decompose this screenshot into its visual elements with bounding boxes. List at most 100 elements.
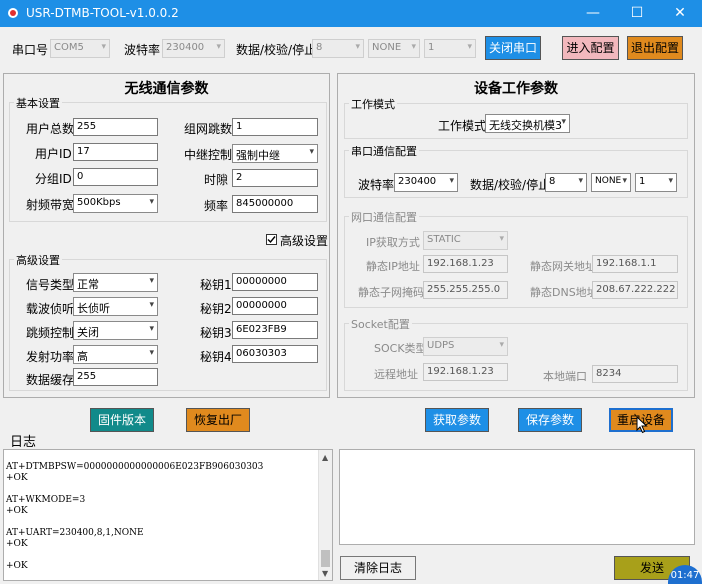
port-select[interactable]: COM5 ▾ xyxy=(50,39,110,58)
chevron-down-icon: ▾ xyxy=(149,276,154,286)
key2-input[interactable]: 00000000 xyxy=(232,297,318,315)
mouse-cursor-icon xyxy=(636,415,648,434)
tx-power-select[interactable]: 高 ▾ xyxy=(73,345,158,364)
remote-address-input[interactable]: 192.168.1.23 xyxy=(423,363,508,381)
sock-type-select[interactable]: UDPS ▾ xyxy=(423,337,508,356)
static-gateway-input[interactable]: 192.168.1.1 xyxy=(592,255,678,273)
group-hops-input[interactable]: 1 xyxy=(232,118,318,136)
carrier-sense-select[interactable]: 长侦听 ▾ xyxy=(73,297,158,316)
chevron-down-icon: ▾ xyxy=(622,176,627,186)
key3-input[interactable]: 6E023FB9 xyxy=(232,321,318,339)
parity-select[interactable]: NONE ▾ xyxy=(368,39,420,58)
data-bits-select[interactable]: 8 ▾ xyxy=(312,39,364,58)
ip-mode-select[interactable]: STATIC ▾ xyxy=(423,231,508,250)
chevron-down-icon: ▾ xyxy=(101,42,106,52)
chevron-down-icon: ▾ xyxy=(216,42,221,52)
ip-mode-label: IP获取方式 xyxy=(366,236,420,249)
enter-config-button[interactable]: 进入配置 xyxy=(562,36,619,60)
advanced-settings-checkbox[interactable] xyxy=(266,234,277,245)
log-line: +OK xyxy=(6,561,28,571)
carrier-sense-label: 载波侦听 xyxy=(26,302,75,316)
log-lines: AT+DTMBPSW=0000000000000006E023FB9060303… xyxy=(6,462,318,572)
static-ip-input[interactable]: 192.168.1.23 xyxy=(423,255,508,273)
slot-input[interactable]: 2 xyxy=(232,169,318,187)
subnet-mask-label: 静态子网掩码 xyxy=(358,286,424,299)
work-mode-select[interactable]: 无线交换机模3 ▾ xyxy=(485,114,570,133)
hopping-control-label: 跳频控制 xyxy=(26,326,75,340)
subnet-mask-input[interactable]: 255.255.255.0 xyxy=(423,281,508,299)
stop-bits-select[interactable]: 1 ▾ xyxy=(424,39,476,58)
window-title: USR-DTMB-TOOL-v1.0.0.2 xyxy=(26,6,179,20)
socket-config-group-label: Socket配置 xyxy=(349,316,412,332)
frequency-input[interactable]: 845000000 xyxy=(232,195,318,213)
group-id-label: 分组ID xyxy=(35,172,72,186)
serial-data-bits-select[interactable]: 8 ▾ xyxy=(545,173,587,192)
advanced-settings-checkbox-label[interactable]: 高级设置 xyxy=(280,232,328,249)
baud-label: 波特率 xyxy=(124,43,161,57)
maximize-button[interactable]: ☐ xyxy=(615,0,659,27)
relay-control-select[interactable]: 强制中继 ▾ xyxy=(232,144,318,163)
signal-type-select[interactable]: 正常 ▾ xyxy=(73,273,158,292)
serial-parity-select[interactable]: NONE ▾ xyxy=(591,173,631,192)
get-params-button[interactable]: 获取参数 xyxy=(425,408,489,432)
minimize-button[interactable]: — xyxy=(571,0,615,27)
log-line: AT+UART=230400,8,1,NONE xyxy=(6,528,144,538)
device-params-title: 设备工作参数 xyxy=(474,81,558,97)
group-hops-label: 组网跳数 xyxy=(184,122,233,136)
chevron-down-icon: ▾ xyxy=(149,324,154,334)
advanced-settings-label: 高级设置 xyxy=(14,252,62,268)
key2-label: 秘钥2 xyxy=(200,302,232,316)
serial-config-group-label: 串口通信配置 xyxy=(349,143,419,159)
data-buffer-input[interactable]: 255 xyxy=(73,368,158,386)
users-total-input[interactable]: 255 xyxy=(73,118,158,136)
local-port-input[interactable]: 8234 xyxy=(592,365,678,383)
close-button[interactable]: ✕ xyxy=(658,0,702,27)
baud-select[interactable]: 230400 ▾ xyxy=(162,39,225,58)
log-scrollbar[interactable]: ▲ ▼ xyxy=(318,450,332,580)
app-logo-icon xyxy=(6,6,20,20)
clear-log-button[interactable]: 清除日志 xyxy=(340,556,416,580)
scroll-up-icon[interactable]: ▲ xyxy=(322,453,328,462)
chevron-down-icon: ▾ xyxy=(309,147,314,157)
tx-power-label: 发射功率 xyxy=(26,350,75,364)
relay-control-label: 中继控制 xyxy=(184,148,233,162)
group-id-input[interactable]: 0 xyxy=(73,168,158,186)
serial-stop-bits-select[interactable]: 1 ▾ xyxy=(635,173,677,192)
exit-config-button[interactable]: 退出配置 xyxy=(627,36,683,60)
scrollbar-thumb[interactable] xyxy=(321,550,330,567)
serial-baud-select[interactable]: 230400 ▾ xyxy=(394,173,458,192)
save-params-button[interactable]: 保存参数 xyxy=(518,408,582,432)
chevron-down-icon: ▾ xyxy=(149,197,154,207)
scroll-down-icon[interactable]: ▼ xyxy=(322,569,328,578)
factory-reset-button[interactable]: 恢复出厂 xyxy=(186,408,250,432)
static-dns-label: 静态DNS地址 xyxy=(530,286,598,299)
send-input[interactable] xyxy=(339,449,695,545)
serial-data-parity-stop-label: 数据/校验/停止 xyxy=(470,178,551,192)
user-id-input[interactable]: 17 xyxy=(73,143,158,161)
static-ip-label: 静态IP地址 xyxy=(366,260,420,273)
bandwidth-select[interactable]: 500Kbps ▾ xyxy=(73,194,158,213)
hopping-control-select[interactable]: 关闭 ▾ xyxy=(73,321,158,340)
work-mode-label: 工作模式 xyxy=(438,119,487,133)
key1-input[interactable]: 00000000 xyxy=(232,273,318,291)
sock-type-label: SOCK类型 xyxy=(374,342,427,355)
static-dns-input[interactable]: 208.67.222.222 xyxy=(592,281,678,299)
log-line: AT+WKMODE=3 xyxy=(6,495,86,505)
users-total-label: 用户总数 xyxy=(26,122,75,136)
key4-input[interactable]: 06030303 xyxy=(232,345,318,363)
signal-type-label: 信号类型 xyxy=(26,278,75,292)
chevron-down-icon: ▾ xyxy=(499,234,504,244)
log-output[interactable]: AT+DTMBPSW=0000000000000006E023FB9060303… xyxy=(3,449,333,581)
data-parity-stop-label: 数据/校验/停止 xyxy=(236,43,317,57)
slot-label: 时隙 xyxy=(204,173,229,187)
chevron-down-icon: ▾ xyxy=(411,42,416,52)
bandwidth-label: 射频带宽 xyxy=(26,198,75,212)
firmware-version-button[interactable]: 固件版本 xyxy=(90,408,154,432)
data-buffer-label: 数据缓存 xyxy=(26,373,75,387)
port-label: 串口号 xyxy=(12,43,49,57)
chevron-down-icon: ▾ xyxy=(578,176,583,186)
close-port-button[interactable]: 关闭串口 xyxy=(485,36,541,60)
